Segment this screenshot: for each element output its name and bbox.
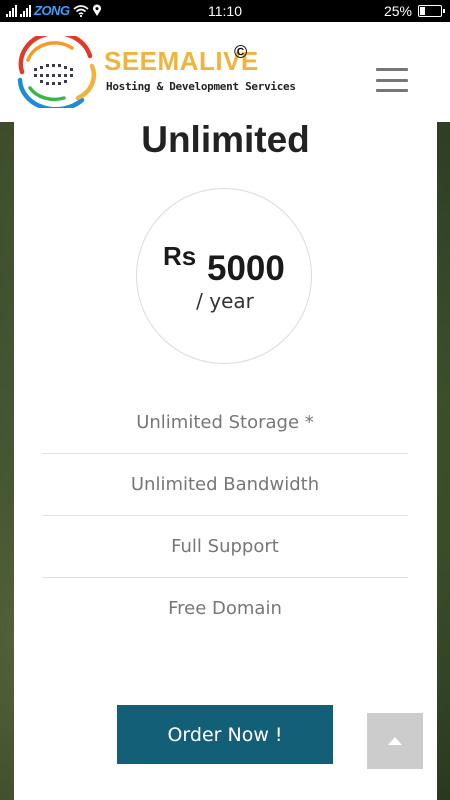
status-bar: ZONG 11:10 25% <box>0 0 450 22</box>
price-amount: 5000 <box>207 249 285 288</box>
feature-item: Full Support <box>42 516 408 578</box>
feature-list: Unlimited Storage * Unlimited Bandwidth … <box>42 392 408 640</box>
status-right: 25% <box>383 3 445 19</box>
logo-mark-icon <box>17 36 97 108</box>
copyright-symbol: © <box>234 42 248 62</box>
brand-tagline: Hosting & Development Services <box>106 80 296 93</box>
pricing-card: Unlimited Rs 5000 / year Unlimited Stora… <box>14 119 437 800</box>
battery-percent: 25% <box>383 3 412 19</box>
price-circle: Rs 5000 / year <box>136 188 312 364</box>
status-time: 11:10 <box>208 3 242 19</box>
feature-item: Unlimited Storage * <box>42 392 408 454</box>
logo[interactable]: SEEMALIVE © Hosting & Development Servic… <box>12 36 312 108</box>
feature-item: Unlimited Bandwidth <box>42 454 408 516</box>
plan-title: Unlimited <box>141 119 310 160</box>
battery-icon <box>418 5 445 17</box>
order-now-button[interactable]: Order Now ! <box>117 705 333 764</box>
site-header: SEEMALIVE © Hosting & Development Servic… <box>0 22 450 122</box>
hamburger-menu-icon[interactable] <box>376 68 408 92</box>
price-period: / year <box>196 289 254 313</box>
chevron-up-icon <box>388 737 402 745</box>
feature-item: Free Domain <box>168 598 282 619</box>
scroll-to-top-button[interactable] <box>367 713 423 769</box>
price-currency: Rs <box>163 241 197 271</box>
